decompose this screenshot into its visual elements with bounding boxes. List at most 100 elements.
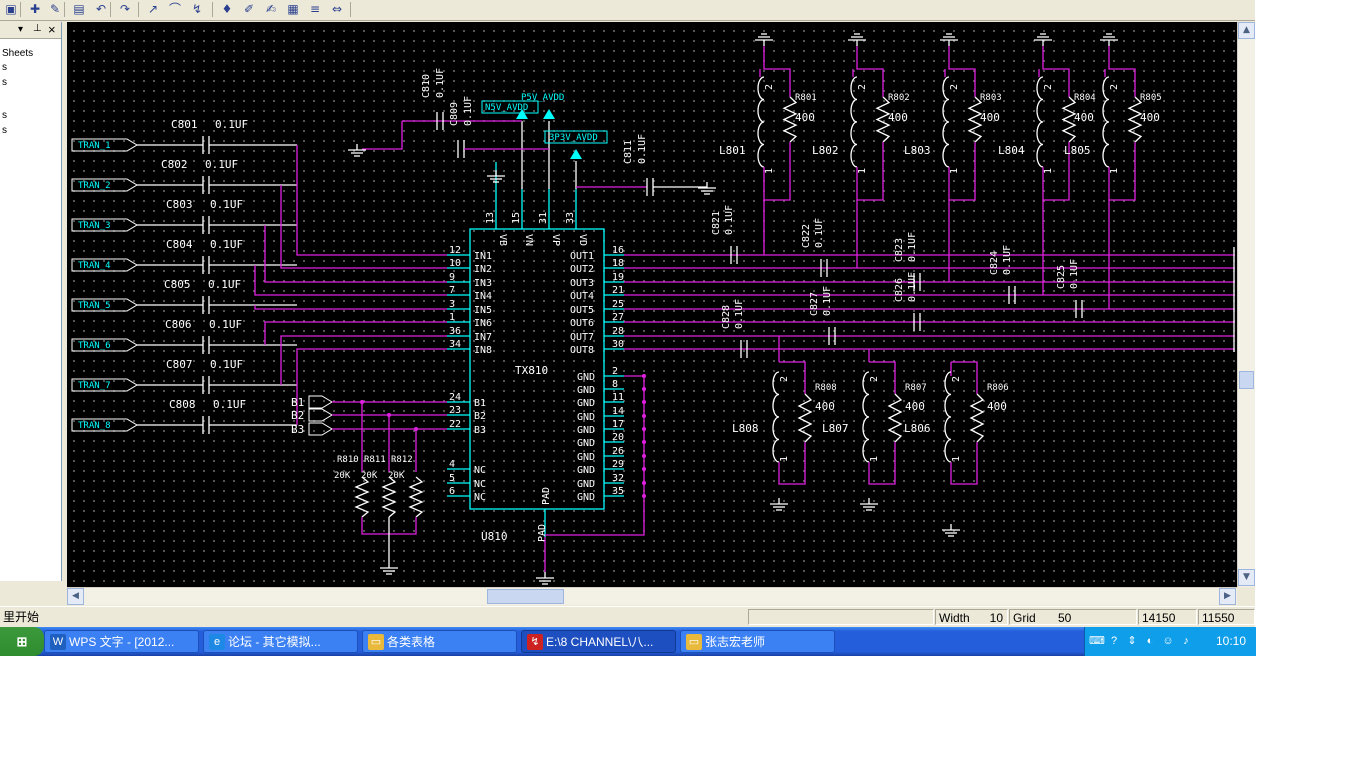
cap-value: 0.1UF: [734, 299, 745, 329]
panel-pin-icon[interactable]: ⊥: [33, 23, 42, 34]
panel-menu-icon[interactable]: ▾: [18, 24, 23, 35]
scroll-right-button[interactable]: ▶: [1219, 588, 1236, 605]
resistor-value: 400: [987, 400, 1007, 413]
place-power-icon[interactable]: ♦: [218, 1, 236, 18]
task-label: 各类表格: [387, 635, 436, 649]
b-port: [308, 395, 333, 409]
cap-value: 0.1UF: [814, 218, 825, 248]
toolbar-separator: [20, 2, 21, 17]
pin-name: GND: [577, 452, 595, 463]
pin-number: 34: [449, 339, 461, 350]
place-junction-icon[interactable]: ↯: [188, 1, 206, 18]
scroll-down-button[interactable]: ▼: [1238, 569, 1255, 586]
coil-pin: 1: [764, 168, 775, 174]
junction-dot: [642, 440, 646, 444]
arrow-icon[interactable]: ⇕: [1125, 634, 1139, 648]
cap-value: 0.1UF: [1002, 245, 1013, 275]
cap-refdes: C824: [989, 251, 1000, 275]
place-arc-icon[interactable]: ⌒: [166, 1, 184, 18]
task-label: 张志宏老师: [705, 635, 766, 649]
schematic-canvas[interactable]: TX810 U810 13 VB 15 VN 31 VP 33 VD 12 IN1 10 IN2 9 IN3 7…: [67, 22, 1237, 587]
resistor-value: 400: [980, 111, 1000, 124]
taskbar-task[interactable]: ↯ E:\8 CHANNEL\八...: [521, 630, 676, 653]
panel-item[interactable]: s: [2, 62, 7, 73]
resistor-value: 400: [1074, 111, 1094, 124]
panel-item-sheets[interactable]: Sheets: [2, 48, 33, 59]
start-button[interactable]: ⊞: [0, 627, 44, 656]
pin-number: 18: [612, 258, 624, 269]
pin-number: 21: [612, 285, 624, 296]
taskbar-task[interactable]: ▭ 张志宏老师: [680, 630, 835, 653]
b-port-label: B3: [291, 423, 304, 436]
scroll-up-button[interactable]: ▲: [1238, 22, 1255, 39]
sheet-icon[interactable]: ▣: [2, 1, 20, 18]
cap-value: 0.1UF: [210, 238, 243, 251]
input-port-label: TRAN_6: [78, 341, 111, 351]
panel-item[interactable]: s: [2, 110, 7, 121]
redo-icon[interactable]: ↷: [116, 1, 134, 18]
cap-refdes: C821: [711, 211, 722, 235]
place-part-icon[interactable]: ✚: [26, 1, 44, 18]
taskbar: ⊞ W WPS 文字 - [2012... e 论坛 - 其它模拟... ▭ 各类表格 ↯ E…: [0, 627, 1256, 656]
keyboard-icon[interactable]: ⌨: [1089, 634, 1105, 648]
pin-number: 26: [612, 446, 624, 457]
status-grid: Grid 50: [1009, 609, 1137, 625]
place-wire-icon[interactable]: ✎: [46, 1, 64, 18]
horizontal-scroll-thumb[interactable]: [487, 589, 564, 604]
vertical-scrollbar[interactable]: ▲ ▼: [1237, 22, 1255, 587]
undo-icon[interactable]: ↶: [92, 1, 110, 18]
grid-value: 50: [1058, 611, 1072, 625]
cap-value: 0.1UF: [637, 134, 648, 164]
taskbar-task[interactable]: e 论坛 - 其它模拟...: [203, 630, 358, 653]
panel-item[interactable]: s: [2, 77, 7, 88]
place-text-icon[interactable]: ✍: [262, 1, 280, 18]
resistor-value: 400: [815, 400, 835, 413]
help-icon[interactable]: ?: [1107, 634, 1121, 648]
vertical-scroll-thumb[interactable]: [1239, 371, 1254, 389]
b-port: [308, 408, 333, 422]
edit-part-icon[interactable]: ✐: [240, 1, 258, 18]
schematic-drawing[interactable]: TX810U81013VB15VN31VP33VD12IN110IN29IN37…: [67, 22, 1237, 587]
input-port-label: TRAN_1: [78, 141, 111, 151]
pin-number: 20: [612, 432, 624, 443]
chip-refdes: U810: [481, 530, 508, 543]
pin-name: OUT3: [570, 278, 594, 289]
cap-value: 0.1UF: [215, 118, 248, 131]
taskbar-task[interactable]: ▭ 各类表格: [362, 630, 517, 653]
toolbar-separator: [110, 2, 111, 17]
place-net-icon[interactable]: ≡: [306, 1, 324, 18]
wire: [296, 145, 447, 256]
pin-name: VP: [550, 234, 561, 246]
coil-pin: 1: [951, 456, 962, 462]
speaker-icon[interactable]: ♪: [1179, 634, 1193, 648]
pin-name: PAD: [541, 487, 552, 505]
cap-refdes: C806: [165, 318, 192, 331]
place-bus-icon[interactable]: ▦: [284, 1, 302, 18]
horizontal-scrollbar[interactable]: ◀ ▶: [67, 587, 1237, 605]
scroll-left-button[interactable]: ◀: [67, 588, 84, 605]
pin-number: 19: [612, 272, 624, 283]
pin-number: 29: [612, 459, 624, 470]
place-line-icon[interactable]: ↗: [144, 1, 162, 18]
clock[interactable]: 10:10: [1216, 627, 1246, 656]
pin-name: OUT4: [570, 291, 594, 302]
panel-close-icon[interactable]: ×: [48, 22, 56, 37]
coil-refdes: L804: [998, 144, 1025, 157]
bias-resistor: [381, 476, 397, 518]
pin-name: B3: [474, 425, 486, 436]
annotate-icon[interactable]: ⇔: [328, 1, 346, 18]
pin-name: GND: [577, 385, 595, 396]
network-icon[interactable]: ◐: [1143, 634, 1157, 648]
pin-number: 12: [449, 245, 461, 256]
panel-header: ▾ ⊥ ×: [0, 22, 61, 39]
qq-icon[interactable]: ☺: [1161, 634, 1175, 648]
cap-value: 0.1UF: [907, 272, 918, 302]
resistor-refdes: R807: [905, 383, 927, 393]
pin-name: OUT5: [570, 305, 594, 316]
clipboard-icon[interactable]: ▤: [70, 1, 88, 18]
taskbar-task[interactable]: W WPS 文字 - [2012...: [44, 630, 199, 653]
panel-item[interactable]: s: [2, 125, 7, 136]
junction-dot: [642, 387, 646, 391]
pin-number: 2: [612, 366, 618, 377]
cap-refdes: C827: [809, 292, 820, 316]
